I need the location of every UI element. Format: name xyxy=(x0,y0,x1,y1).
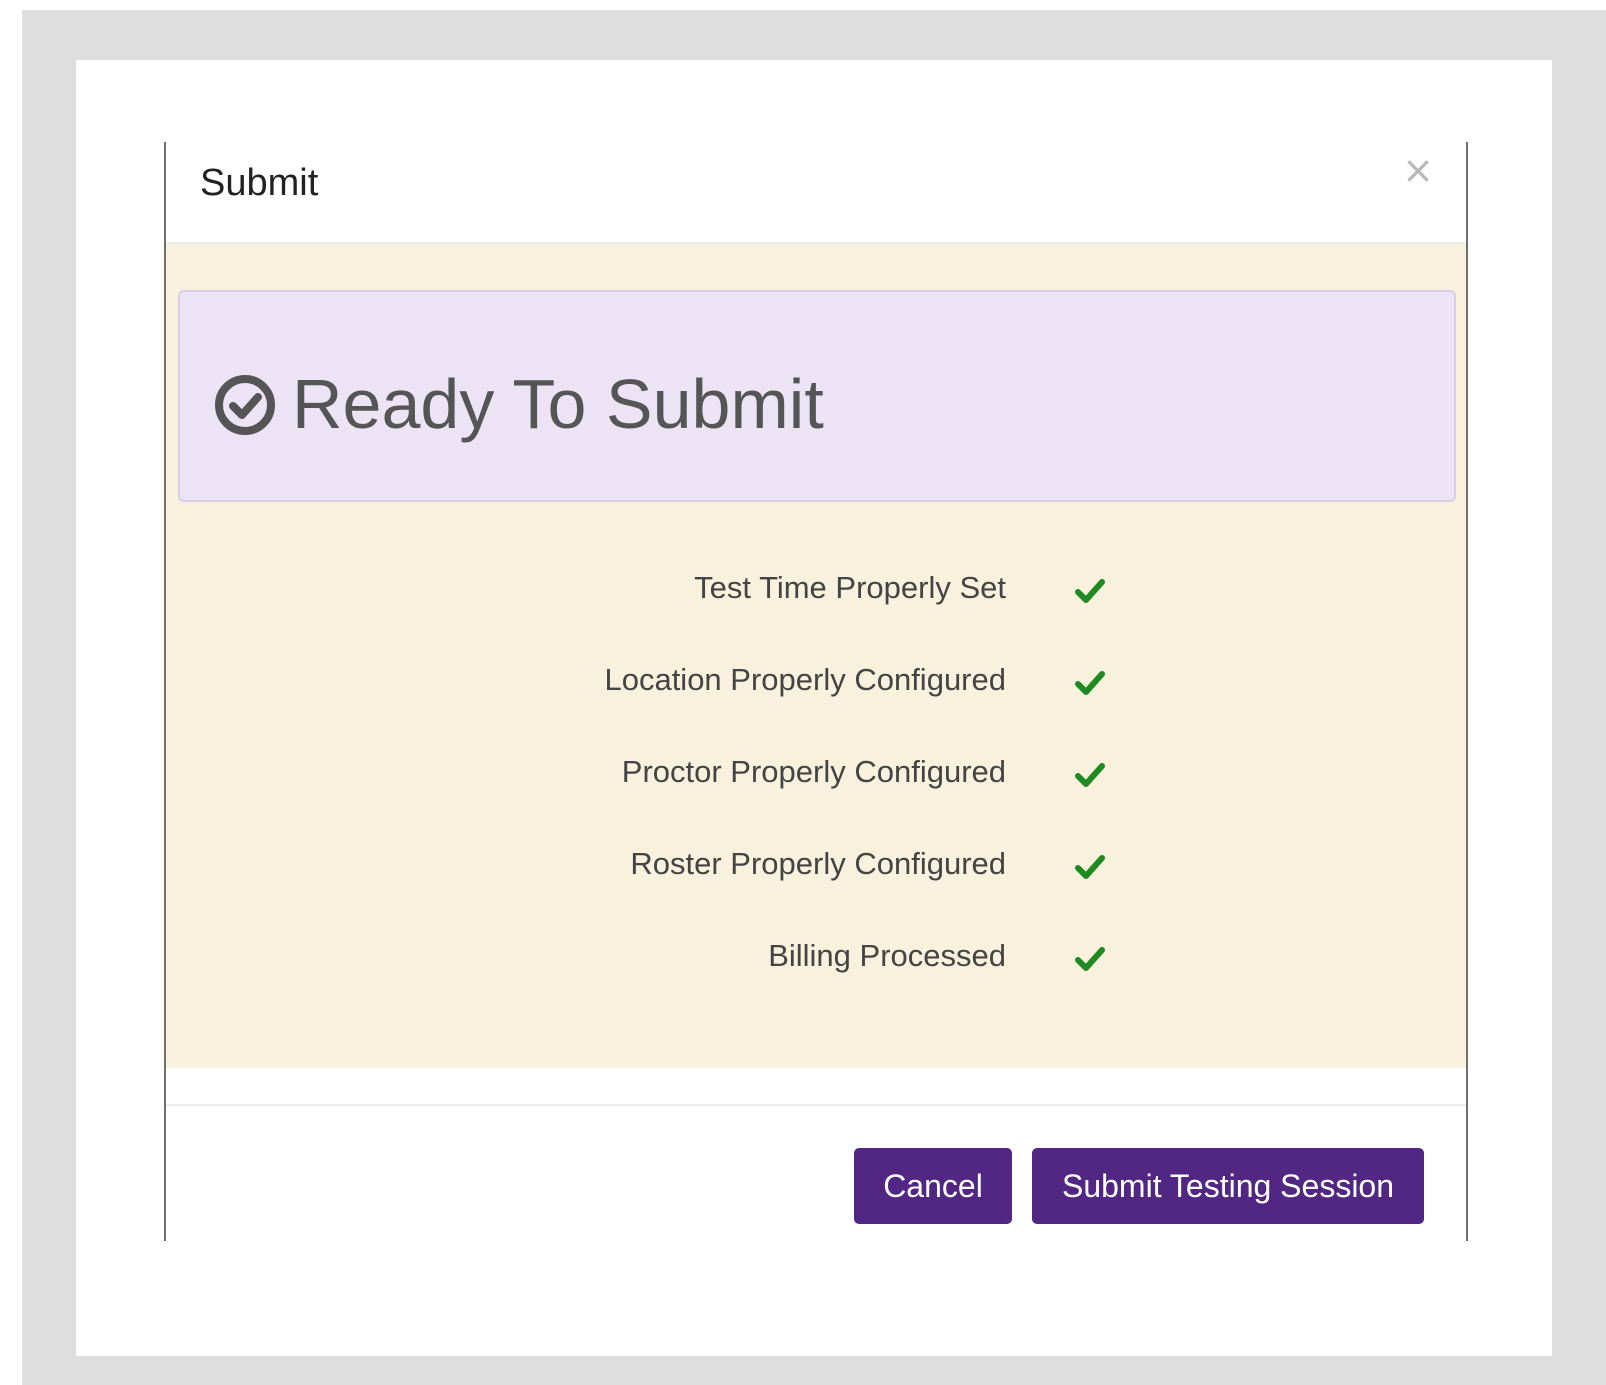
status-title: Ready To Submit xyxy=(292,365,824,443)
checklist-item-proctor: Proctor Properly Configured xyxy=(166,746,1466,806)
checklist-item-label: Location Properly Configured xyxy=(604,662,1006,697)
check-circle-icon xyxy=(215,375,275,435)
checkmark-icon xyxy=(1075,855,1105,879)
checklist-item-label: Billing Processed xyxy=(768,938,1006,973)
checkmark-icon xyxy=(1075,947,1105,971)
modal-footer: Cancel Submit Testing Session xyxy=(166,1104,1466,1241)
checkmark-icon xyxy=(1075,579,1105,603)
modal-header: Submit × xyxy=(166,142,1466,244)
checklist-item-label: Roster Properly Configured xyxy=(630,846,1006,881)
modal-body: Ready To Submit Test Time Properly Set L… xyxy=(166,244,1466,1068)
close-icon: × xyxy=(1402,148,1434,192)
checklist-item-label: Proctor Properly Configured xyxy=(621,754,1006,789)
status-panel: Ready To Submit xyxy=(178,290,1456,502)
checkmark-icon xyxy=(1075,763,1105,787)
submit-testing-session-button[interactable]: Submit Testing Session xyxy=(1032,1148,1424,1224)
checklist-item-test-time: Test Time Properly Set xyxy=(166,562,1466,622)
checklist-item-billing: Billing Processed xyxy=(166,930,1466,990)
cancel-button[interactable]: Cancel xyxy=(854,1148,1012,1224)
checklist-item-label: Test Time Properly Set xyxy=(694,570,1006,605)
close-button[interactable]: × xyxy=(1400,151,1436,189)
checklist-item-location: Location Properly Configured xyxy=(166,654,1466,714)
submit-modal: Submit × Ready To Submit Test Time Prope… xyxy=(164,142,1468,1241)
checklist-item-roster: Roster Properly Configured xyxy=(166,838,1466,898)
modal-title: Submit xyxy=(200,162,319,204)
checkmark-icon xyxy=(1075,671,1105,695)
